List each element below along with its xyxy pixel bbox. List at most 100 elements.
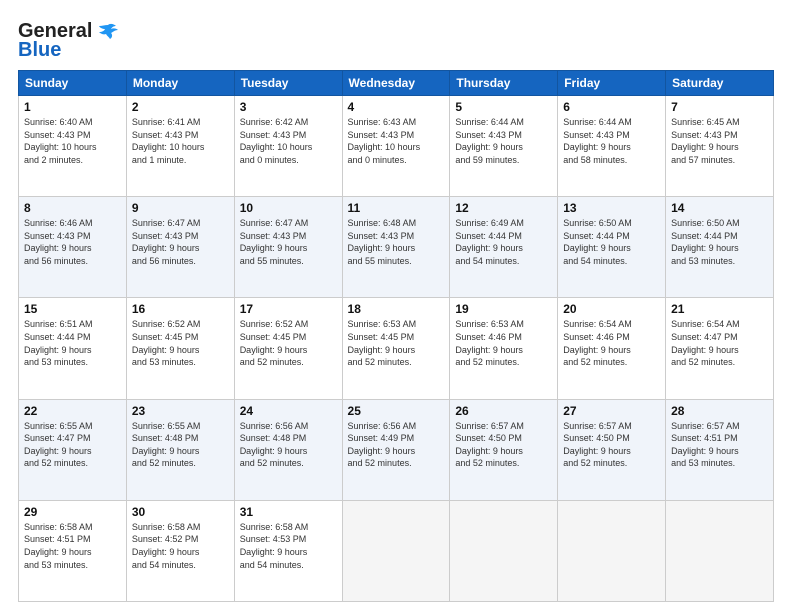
calendar-cell: 30 Sunrise: 6:58 AM Sunset: 4:52 PM Dayli…: [126, 500, 234, 601]
day-number: 18: [348, 302, 445, 316]
day-info: Sunrise: 6:52 AM Sunset: 4:45 PM Dayligh…: [132, 318, 229, 368]
day-of-week-monday: Monday: [126, 71, 234, 96]
calendar-cell: 15 Sunrise: 6:51 AM Sunset: 4:44 PM Dayli…: [19, 298, 127, 399]
day-info: Sunrise: 6:57 AM Sunset: 4:51 PM Dayligh…: [671, 420, 768, 470]
day-number: 16: [132, 302, 229, 316]
day-number: 2: [132, 100, 229, 114]
calendar-cell: 14 Sunrise: 6:50 AM Sunset: 4:44 PM Dayli…: [666, 197, 774, 298]
calendar-week-row: 8 Sunrise: 6:46 AM Sunset: 4:43 PM Daylig…: [19, 197, 774, 298]
day-info: Sunrise: 6:58 AM Sunset: 4:53 PM Dayligh…: [240, 521, 337, 571]
day-number: 19: [455, 302, 552, 316]
day-number: 4: [348, 100, 445, 114]
day-number: 22: [24, 404, 121, 418]
calendar-cell: 29 Sunrise: 6:58 AM Sunset: 4:51 PM Dayli…: [19, 500, 127, 601]
calendar-week-row: 15 Sunrise: 6:51 AM Sunset: 4:44 PM Dayli…: [19, 298, 774, 399]
logo-bird-icon: [96, 23, 118, 41]
calendar-cell: 21 Sunrise: 6:54 AM Sunset: 4:47 PM Dayli…: [666, 298, 774, 399]
day-number: 13: [563, 201, 660, 215]
day-number: 15: [24, 302, 121, 316]
calendar-cell: 4 Sunrise: 6:43 AM Sunset: 4:43 PM Daylig…: [342, 96, 450, 197]
calendar-cell: [558, 500, 666, 601]
day-of-week-friday: Friday: [558, 71, 666, 96]
day-info: Sunrise: 6:46 AM Sunset: 4:43 PM Dayligh…: [24, 217, 121, 267]
day-info: Sunrise: 6:50 AM Sunset: 4:44 PM Dayligh…: [563, 217, 660, 267]
day-number: 29: [24, 505, 121, 519]
day-number: 21: [671, 302, 768, 316]
calendar-cell: 13 Sunrise: 6:50 AM Sunset: 4:44 PM Dayli…: [558, 197, 666, 298]
calendar-cell: 18Sunrise: 6:53 AM Sunset: 4:45 PM Dayli…: [342, 298, 450, 399]
day-of-week-saturday: Saturday: [666, 71, 774, 96]
calendar-cell: 26 Sunrise: 6:57 AM Sunset: 4:50 PM Dayli…: [450, 399, 558, 500]
calendar-cell: 16 Sunrise: 6:52 AM Sunset: 4:45 PM Dayli…: [126, 298, 234, 399]
day-info: Sunrise: 6:40 AM Sunset: 4:43 PM Dayligh…: [24, 116, 121, 166]
day-number: 17: [240, 302, 337, 316]
day-number: 3: [240, 100, 337, 114]
day-info: Sunrise: 6:43 AM Sunset: 4:43 PM Dayligh…: [348, 116, 445, 166]
day-info: Sunrise: 6:56 AM Sunset: 4:49 PM Dayligh…: [348, 420, 445, 470]
day-info: Sunrise: 6:51 AM Sunset: 4:44 PM Dayligh…: [24, 318, 121, 368]
day-number: 5: [455, 100, 552, 114]
calendar-cell: 25Sunrise: 6:56 AM Sunset: 4:49 PM Dayli…: [342, 399, 450, 500]
day-number: 11: [348, 201, 445, 215]
calendar-cell: 8 Sunrise: 6:46 AM Sunset: 4:43 PM Daylig…: [19, 197, 127, 298]
day-info: Sunrise: 6:52 AM Sunset: 4:45 PM Dayligh…: [240, 318, 337, 368]
day-info: Sunrise: 6:49 AM Sunset: 4:44 PM Dayligh…: [455, 217, 552, 267]
day-info: Sunrise: 6:57 AM Sunset: 4:50 PM Dayligh…: [455, 420, 552, 470]
header: General Blue: [18, 16, 774, 62]
calendar-cell: 31Sunrise: 6:58 AM Sunset: 4:53 PM Dayli…: [234, 500, 342, 601]
day-info: Sunrise: 6:58 AM Sunset: 4:51 PM Dayligh…: [24, 521, 121, 571]
calendar-cell: [666, 500, 774, 601]
day-info: Sunrise: 6:44 AM Sunset: 4:43 PM Dayligh…: [455, 116, 552, 166]
day-number: 7: [671, 100, 768, 114]
calendar-cell: [342, 500, 450, 601]
calendar-cell: 10Sunrise: 6:47 AM Sunset: 4:43 PM Dayli…: [234, 197, 342, 298]
day-info: Sunrise: 6:58 AM Sunset: 4:52 PM Dayligh…: [132, 521, 229, 571]
calendar-table: SundayMondayTuesdayWednesdayThursdayFrid…: [18, 70, 774, 602]
calendar-header-row: SundayMondayTuesdayWednesdayThursdayFrid…: [19, 71, 774, 96]
day-info: Sunrise: 6:54 AM Sunset: 4:47 PM Dayligh…: [671, 318, 768, 368]
calendar-week-row: 29 Sunrise: 6:58 AM Sunset: 4:51 PM Dayli…: [19, 500, 774, 601]
calendar-cell: 5 Sunrise: 6:44 AM Sunset: 4:43 PM Daylig…: [450, 96, 558, 197]
calendar-cell: [450, 500, 558, 601]
day-info: Sunrise: 6:44 AM Sunset: 4:43 PM Dayligh…: [563, 116, 660, 166]
calendar-cell: 22 Sunrise: 6:55 AM Sunset: 4:47 PM Dayli…: [19, 399, 127, 500]
day-of-week-wednesday: Wednesday: [342, 71, 450, 96]
day-number: 1: [24, 100, 121, 114]
day-info: Sunrise: 6:50 AM Sunset: 4:44 PM Dayligh…: [671, 217, 768, 267]
day-info: Sunrise: 6:42 AM Sunset: 4:43 PM Dayligh…: [240, 116, 337, 166]
day-info: Sunrise: 6:41 AM Sunset: 4:43 PM Dayligh…: [132, 116, 229, 166]
day-number: 12: [455, 201, 552, 215]
calendar-cell: 23 Sunrise: 6:55 AM Sunset: 4:48 PM Dayli…: [126, 399, 234, 500]
calendar-cell: 12 Sunrise: 6:49 AM Sunset: 4:44 PM Dayli…: [450, 197, 558, 298]
calendar-cell: 3 Sunrise: 6:42 AM Sunset: 4:43 PM Daylig…: [234, 96, 342, 197]
calendar-week-row: 1 Sunrise: 6:40 AM Sunset: 4:43 PM Daylig…: [19, 96, 774, 197]
calendar-cell: 6 Sunrise: 6:44 AM Sunset: 4:43 PM Daylig…: [558, 96, 666, 197]
calendar-cell: 24Sunrise: 6:56 AM Sunset: 4:48 PM Dayli…: [234, 399, 342, 500]
day-of-week-thursday: Thursday: [450, 71, 558, 96]
calendar-week-row: 22 Sunrise: 6:55 AM Sunset: 4:47 PM Dayli…: [19, 399, 774, 500]
day-info: Sunrise: 6:47 AM Sunset: 4:43 PM Dayligh…: [240, 217, 337, 267]
day-info: Sunrise: 6:57 AM Sunset: 4:50 PM Dayligh…: [563, 420, 660, 470]
day-number: 14: [671, 201, 768, 215]
day-number: 20: [563, 302, 660, 316]
day-number: 6: [563, 100, 660, 114]
day-info: Sunrise: 6:45 AM Sunset: 4:43 PM Dayligh…: [671, 116, 768, 166]
calendar-cell: 11 Sunrise: 6:48 AM Sunset: 4:43 PM Dayli…: [342, 197, 450, 298]
day-info: Sunrise: 6:47 AM Sunset: 4:43 PM Dayligh…: [132, 217, 229, 267]
day-number: 9: [132, 201, 229, 215]
day-number: 8: [24, 201, 121, 215]
day-number: 26: [455, 404, 552, 418]
day-number: 30: [132, 505, 229, 519]
day-info: Sunrise: 6:53 AM Sunset: 4:46 PM Dayligh…: [455, 318, 552, 368]
day-of-week-tuesday: Tuesday: [234, 71, 342, 96]
day-number: 24: [240, 404, 337, 418]
day-number: 23: [132, 404, 229, 418]
calendar-cell: 28Sunrise: 6:57 AM Sunset: 4:51 PM Dayli…: [666, 399, 774, 500]
day-info: Sunrise: 6:55 AM Sunset: 4:48 PM Dayligh…: [132, 420, 229, 470]
calendar-cell: 9 Sunrise: 6:47 AM Sunset: 4:43 PM Daylig…: [126, 197, 234, 298]
logo: General Blue: [18, 20, 118, 62]
day-info: Sunrise: 6:48 AM Sunset: 4:43 PM Dayligh…: [348, 217, 445, 267]
day-info: Sunrise: 6:55 AM Sunset: 4:47 PM Dayligh…: [24, 420, 121, 470]
calendar-cell: 2 Sunrise: 6:41 AM Sunset: 4:43 PM Daylig…: [126, 96, 234, 197]
day-info: Sunrise: 6:54 AM Sunset: 4:46 PM Dayligh…: [563, 318, 660, 368]
